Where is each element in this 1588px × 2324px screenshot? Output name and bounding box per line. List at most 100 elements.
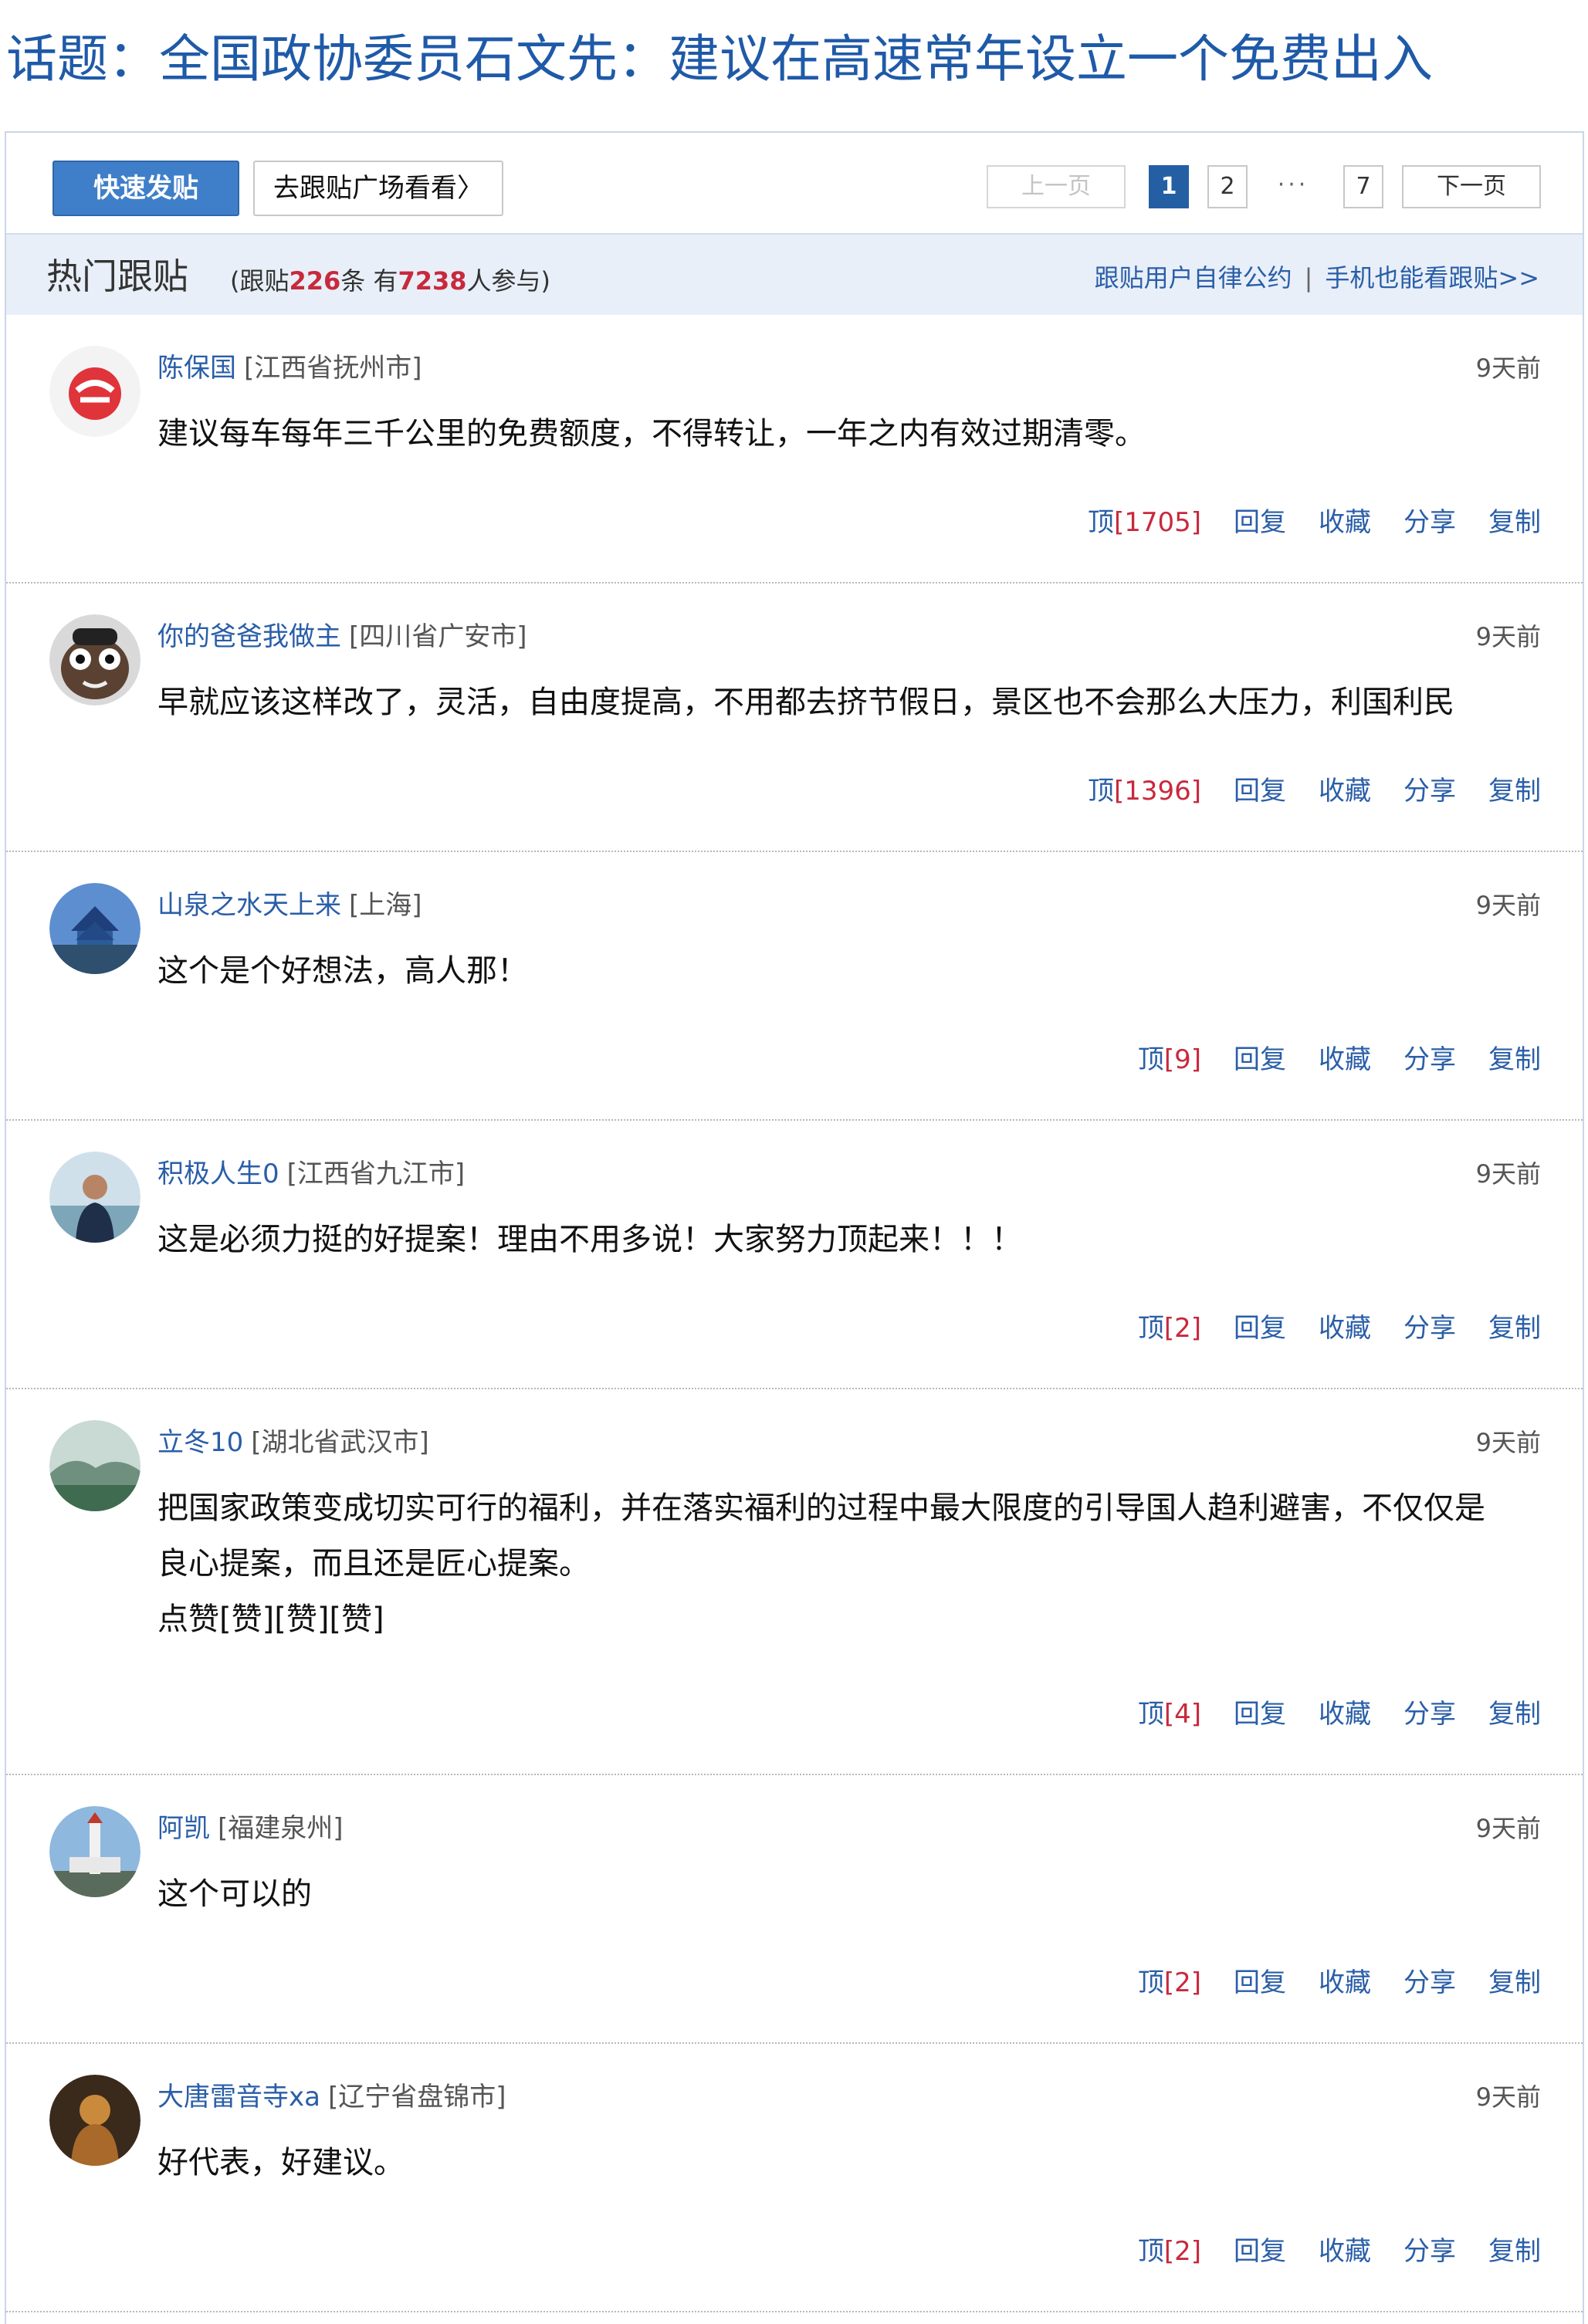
stats-suffix: 人参与) [466, 266, 551, 296]
pagination-ellipsis: ··· [1258, 165, 1328, 208]
comment-meta: 大唐雷音寺xa [辽宁省盘锦市] [157, 2079, 506, 2115]
collect-button[interactable]: 收藏 [1319, 1967, 1371, 1998]
username-link[interactable]: 阿凯 [157, 1813, 210, 1844]
comment-text: 早就应该这样改了，灵活，自由度提高，不用都去挤节假日，景区也不会那么大压力，利国… [157, 675, 1521, 730]
comment-actions: 顶[1396] 回复 收藏 分享 复制 [1088, 773, 1541, 809]
upvote-button[interactable]: 顶[1705] [1088, 507, 1201, 538]
prev-page-button[interactable]: 上一页 [987, 165, 1126, 208]
copy-button[interactable]: 复制 [1488, 2236, 1541, 2267]
comment-text-line: 这个是个好想法，高人那！ [157, 953, 528, 989]
share-button[interactable]: 分享 [1403, 2236, 1456, 2267]
comment-actions: 顶[2] 回复 收藏 分享 复制 [1138, 1965, 1541, 2001]
temple-avatar[interactable] [49, 883, 141, 974]
comment-actions: 顶[1705] 回复 收藏 分享 复制 [1088, 505, 1541, 540]
reply-button[interactable]: 回复 [1234, 2236, 1286, 2267]
page-2-button[interactable]: 2 [1207, 165, 1248, 208]
copy-button[interactable]: 复制 [1488, 776, 1541, 807]
comment-item: 陈保国 [江西省抚州市] 9天前 建议每车每年三千公里的免费额度，不得转让，一年之内有… [6, 315, 1583, 584]
share-button[interactable]: 分享 [1403, 1967, 1456, 1998]
reply-button[interactable]: 回复 [1234, 1044, 1286, 1075]
comment-text: 好代表，好建议。 [157, 2135, 1521, 2190]
username-link[interactable]: 你的爸爸我做主 [157, 621, 341, 652]
quick-post-button[interactable]: 快速发贴 [52, 161, 239, 216]
comment-time: 9天前 [1475, 2082, 1541, 2112]
hot-replies-title: 热门跟贴 [46, 255, 188, 297]
next-page-button[interactable]: 下一页 [1402, 165, 1541, 208]
upvote-label: 顶 [1137, 1699, 1164, 1730]
upvote-button[interactable]: 顶[4] [1138, 1699, 1201, 1730]
comment-time: 9天前 [1475, 1814, 1541, 1843]
comment-text: 建议每车每年三千公里的免费额度，不得转让，一年之内有效过期清零。 [157, 406, 1521, 462]
user-location: [湖北省武汉市] [251, 1427, 429, 1458]
comment-item: 阿凯 [福建泉州] 9天前 这个可以的 顶[2] 回复 收藏 分享 复制 [6, 1775, 1583, 2044]
go-to-plaza-button[interactable]: 去跟贴广场看看〉 [253, 161, 503, 216]
cartoon-avatar[interactable] [49, 614, 141, 705]
double-chevron-right-icon: >> [1498, 263, 1539, 293]
collect-button[interactable]: 收藏 [1319, 776, 1371, 807]
mobile-link[interactable]: 手机也能看跟贴>> [1325, 263, 1539, 293]
upvote-button[interactable]: 顶[2] [1138, 1967, 1201, 1998]
reply-button[interactable]: 回复 [1234, 507, 1286, 538]
comment-text-line: 这个可以的 [157, 1876, 312, 1912]
comment-text: 这是必须力挺的好提案！理由不用多说！大家努力顶起来！！！ [157, 1212, 1521, 1267]
collect-button[interactable]: 收藏 [1319, 2236, 1371, 2267]
upvote-button[interactable]: 顶[2] [1138, 2236, 1201, 2267]
comment-time: 9天前 [1475, 622, 1541, 651]
comment-item: 山泉之水天上来 [上海] 9天前这个是个好想法，高人那！ 顶[9] 回复 收藏 分享 复制 [6, 852, 1583, 1121]
comment-text-line: 这是必须力挺的好提案！理由不用多说！大家努力顶起来！！！ [157, 1222, 1022, 1257]
comment-text-line: 把国家政策变成切实可行的福利，并在落实福利的过程中最大限度的引导国人趋利避害，不… [157, 1490, 1485, 1526]
page-1-button[interactable]: 1 [1149, 165, 1189, 208]
copy-button[interactable]: 复制 [1488, 1967, 1541, 1998]
copy-button[interactable]: 复制 [1488, 1044, 1541, 1075]
comment-text-line: 好代表，好建议。 [157, 2145, 405, 2180]
buddha-avatar[interactable] [49, 2075, 141, 2166]
comment-meta: 山泉之水天上来 [上海] [157, 888, 422, 923]
plaza-link-label: 去跟贴广场看看 [273, 173, 457, 204]
netease-logo-avatar[interactable] [49, 346, 141, 437]
collect-button[interactable]: 收藏 [1319, 507, 1371, 538]
tower-avatar[interactable] [49, 1806, 141, 1897]
upvote-button[interactable]: 顶[2] [1138, 1313, 1201, 1344]
comment-time: 9天前 [1475, 1159, 1541, 1189]
reply-button[interactable]: 回复 [1234, 776, 1286, 807]
chevron-right-icon: 〉 [457, 173, 483, 204]
copy-button[interactable]: 复制 [1488, 1313, 1541, 1344]
share-button[interactable]: 分享 [1403, 1044, 1456, 1075]
collect-button[interactable]: 收藏 [1319, 1699, 1371, 1730]
landscape-avatar[interactable] [49, 1420, 141, 1511]
collect-button[interactable]: 收藏 [1319, 1313, 1371, 1344]
page-7-button[interactable]: 7 [1343, 165, 1383, 208]
copy-button[interactable]: 复制 [1488, 507, 1541, 538]
username-link[interactable]: 积极人生0 [157, 1159, 279, 1189]
reply-button[interactable]: 回复 [1234, 1967, 1286, 1998]
person-photo-avatar[interactable] [49, 1152, 141, 1243]
comment-item: 立冬10 [湖北省武汉市] 9天前 把国家政策变成切实可行的福利，并在落实福利的过程中… [6, 1389, 1583, 1775]
reply-button[interactable]: 回复 [1234, 1699, 1286, 1730]
username-link[interactable]: 陈保国 [157, 353, 236, 384]
upvote-button[interactable]: 顶[1396] [1088, 776, 1201, 807]
collect-button[interactable]: 收藏 [1319, 1044, 1371, 1075]
share-button[interactable]: 分享 [1403, 1313, 1456, 1344]
user-location: [江西省抚州市] [244, 353, 422, 384]
reply-button[interactable]: 回复 [1234, 1313, 1286, 1344]
upvote-count: [4] [1163, 1699, 1201, 1730]
comment-actions: 顶[4] 回复 收藏 分享 复制 [1138, 1696, 1541, 1732]
user-location: [江西省九江市] [286, 1159, 466, 1189]
upvote-button[interactable]: 顶[9] [1138, 1044, 1201, 1075]
share-button[interactable]: 分享 [1403, 507, 1456, 538]
participant-count: 7238 [398, 266, 467, 296]
copy-button[interactable]: 复制 [1488, 1699, 1541, 1730]
comment-time: 9天前 [1475, 891, 1541, 920]
username-link[interactable]: 大唐雷音寺xa [157, 2082, 320, 2113]
comment-text: 把国家政策变成切实可行的福利，并在落实福利的过程中最大限度的引导国人趋利避害，不… [157, 1480, 1521, 1647]
username-link[interactable]: 山泉之水天上来 [157, 890, 341, 921]
toolbar: 快速发贴 去跟贴广场看看〉 上一页 1 2 ··· 7 下一页 [6, 133, 1583, 233]
rules-link[interactable]: 跟贴用户自律公约 [1095, 263, 1292, 293]
comment-text-line: 早就应该这样改了，灵活，自由度提高，不用都去挤节假日，景区也不会那么大压力，利国… [157, 685, 1454, 720]
username-link[interactable]: 立冬10 [157, 1427, 243, 1458]
comment-list: 陈保国 [江西省抚州市] 9天前 建议每车每年三千公里的免费额度，不得转让，一年之内有… [6, 315, 1583, 2312]
share-button[interactable]: 分享 [1403, 776, 1456, 807]
comment-text: 这个是个好想法，高人那！ [157, 943, 1521, 999]
comment-text: 这个可以的 [157, 1866, 1521, 1922]
share-button[interactable]: 分享 [1403, 1699, 1456, 1730]
